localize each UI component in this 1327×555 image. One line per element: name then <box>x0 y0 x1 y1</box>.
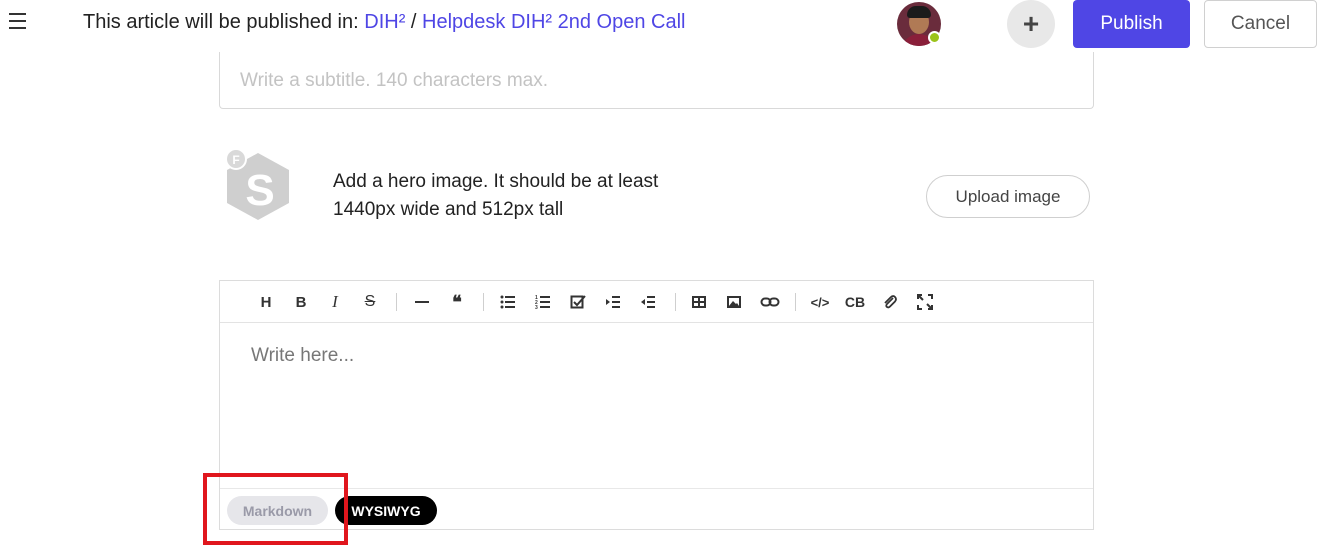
code-icon[interactable]: </> <box>808 291 832 313</box>
quote-icon[interactable]: ❝ <box>448 291 466 313</box>
heading-icon[interactable]: H <box>257 291 275 313</box>
subtitle-field-container <box>219 52 1094 109</box>
subtitle-input[interactable] <box>240 70 1070 92</box>
svg-text:3: 3 <box>535 305 538 310</box>
online-status-indicator <box>928 31 941 44</box>
italic-icon[interactable]: I <box>326 291 344 313</box>
breadcrumb-separator: / <box>405 11 423 33</box>
add-button[interactable]: + <box>1007 0 1055 48</box>
publish-button[interactable]: Publish <box>1073 0 1190 48</box>
toolbar-divider <box>483 293 484 311</box>
editor-toolbar: H B I S ❝ 123 </> CB <box>220 281 1093 323</box>
fullscreen-icon[interactable] <box>916 291 934 313</box>
indent-icon[interactable] <box>604 291 622 313</box>
bold-icon[interactable]: B <box>292 291 310 313</box>
strikethrough-icon[interactable]: S <box>361 291 379 313</box>
publish-prefix: This article will be published in: <box>83 11 365 33</box>
editor-text-area[interactable]: Write here... <box>220 323 1093 488</box>
hero-image-hint: Add a hero image. It should be at least … <box>333 168 713 224</box>
cancel-button[interactable]: Cancel <box>1204 0 1317 48</box>
toolbar-divider <box>396 293 397 311</box>
space-link[interactable]: DIH² <box>364 11 405 33</box>
svg-text:S: S <box>245 166 274 215</box>
bullet-list-icon[interactable] <box>499 291 517 313</box>
sharepoint-s-logo-icon: F S <box>222 147 294 225</box>
horizontal-rule-icon[interactable] <box>413 291 431 313</box>
attachment-icon[interactable] <box>881 291 899 313</box>
plus-icon: + <box>1022 8 1040 39</box>
markdown-mode-button[interactable]: Markdown <box>227 496 328 525</box>
numbered-list-icon[interactable]: 123 <box>534 291 552 313</box>
toolbar-divider <box>675 293 676 311</box>
wysiwyg-mode-button[interactable]: WYSIWYG <box>335 496 437 525</box>
code-block-icon[interactable]: CB <box>844 291 866 313</box>
outdent-icon[interactable] <box>639 291 657 313</box>
avatar[interactable] <box>897 2 941 46</box>
svg-text:F: F <box>232 153 239 167</box>
markdown-editor: H B I S ❝ 123 </> CB Write here... Markd… <box>219 280 1094 530</box>
publish-destination: This article will be published in: DIH² … <box>83 11 686 34</box>
image-icon[interactable] <box>725 291 743 313</box>
hero-hint-line1: Add a hero image. It should be at least <box>333 171 659 192</box>
table-icon[interactable] <box>690 291 708 313</box>
hero-hint-line2: 1440px wide and 512px tall <box>333 199 564 220</box>
hamburger-menu-icon[interactable] <box>9 13 26 30</box>
upload-image-button[interactable]: Upload image <box>926 175 1090 218</box>
editor-placeholder: Write here... <box>251 345 355 366</box>
checklist-icon[interactable] <box>569 291 587 313</box>
editor-mode-switcher: Markdown WYSIWYG <box>220 488 1093 529</box>
collection-link[interactable]: Helpdesk DIH² 2nd Open Call <box>422 11 685 33</box>
link-icon[interactable] <box>759 291 781 313</box>
toolbar-divider <box>795 293 796 311</box>
